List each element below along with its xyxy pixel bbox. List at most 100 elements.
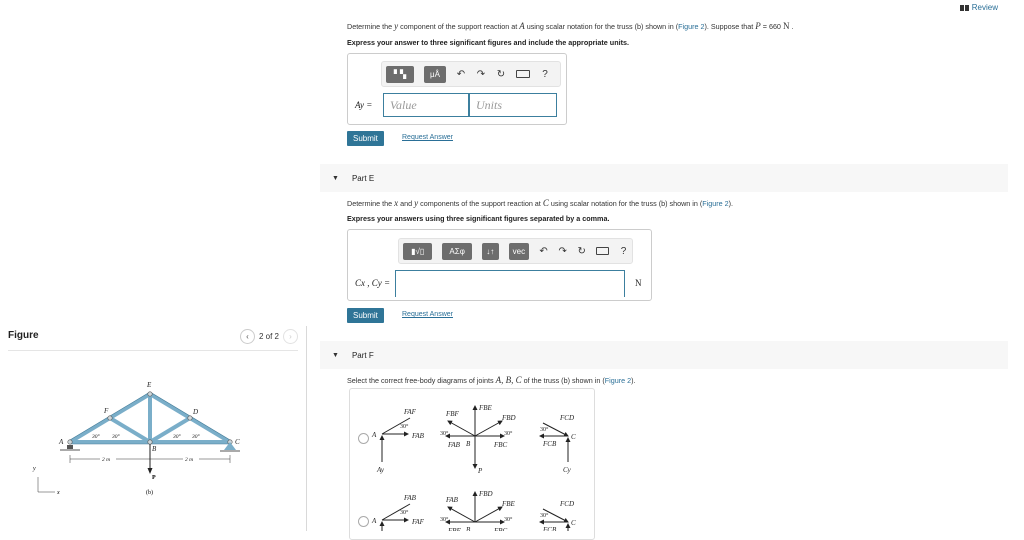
angle-label: 30° [111, 433, 121, 440]
diagram-label: FAB [403, 494, 417, 502]
submit-button[interactable]: Submit [347, 131, 384, 146]
greek-button[interactable]: ΑΣφ [442, 242, 472, 260]
member-DB [148, 416, 192, 444]
reset-icon[interactable]: ↻ [577, 246, 586, 257]
joint-B [147, 439, 153, 445]
angle-label: 30° [91, 433, 101, 440]
label-D: D [192, 408, 198, 416]
diagram-label: FBE [478, 404, 493, 412]
diagram-label: FAB [445, 496, 459, 504]
diagram-shape [447, 506, 476, 523]
option-1-fbd: FAF 30° FAB A Ay FBF FBE FBD 30° 30° FAB… [371, 404, 576, 475]
template-button[interactable]: ▮√▯ [403, 242, 433, 260]
book-icon [959, 4, 969, 11]
help-icon[interactable]: ? [540, 69, 550, 80]
keyboard-icon[interactable] [596, 247, 609, 255]
figure-link[interactable]: Figure 2 [605, 376, 631, 385]
part-d-instruction: Express your answer to three significant… [347, 38, 629, 47]
diagram-label: C [571, 433, 576, 441]
label-E: E [146, 381, 152, 389]
review-link[interactable]: Review [959, 3, 998, 12]
joint-F [107, 415, 113, 421]
answer-label: Cx , Cy = [355, 278, 391, 288]
diagram-label: Ay [376, 466, 385, 474]
diagram-label: P [477, 467, 483, 475]
diagram-label: B [466, 526, 471, 531]
diagram-label: FCB [542, 440, 557, 448]
diagram-label: FAF [411, 518, 425, 526]
angle-label: 30° [172, 433, 182, 440]
diagram-label: FBC [493, 441, 508, 449]
diagram-label: 30° [440, 516, 449, 523]
diagram-label: FBE [501, 500, 516, 508]
caret-down-icon: ▼ [332, 351, 339, 359]
figure-link[interactable]: Figure 2 [702, 199, 728, 208]
angle-label: 30° [191, 433, 201, 440]
units-input[interactable]: Units [469, 93, 557, 117]
review-label: Review [971, 3, 998, 12]
figure-header: Figure ‹ 2 of 2 › [8, 329, 298, 351]
diagram-label: FAB [411, 432, 425, 440]
part-e-answer-box: ▮√▯ ΑΣφ ↓↑ vec ↶ ↷ ↻ ? Cx , Cy = N [347, 229, 652, 301]
diagram-label: FBF [447, 527, 462, 531]
diagram-label: FBF [445, 410, 460, 418]
undo-icon[interactable]: ↶ [456, 69, 466, 80]
template-button[interactable]: ▘▚ [386, 65, 414, 83]
joint-D [187, 415, 193, 421]
part-f-header[interactable]: ▼ Part F [320, 341, 1008, 369]
diagram-label: Cy [563, 466, 572, 474]
truss-figure: A B C D E F 30° 30° 30° 30° 2 m 2 m P y … [32, 381, 240, 496]
figure-title: Figure [8, 330, 39, 341]
undo-icon[interactable]: ↶ [539, 246, 548, 257]
axis-y-label: y [32, 466, 36, 472]
span-label: 2 m [102, 457, 110, 463]
arrows-button[interactable]: ↓↑ [481, 242, 499, 260]
label-B: B [152, 445, 157, 453]
part-d-question: Determine the y component of the support… [347, 21, 794, 31]
help-icon[interactable]: ? [619, 246, 628, 257]
answer-label: Ay = [355, 100, 373, 110]
label-C: C [235, 438, 240, 446]
diagram-label: FAB [447, 441, 461, 449]
diagram-label: C [571, 519, 576, 527]
diagram-label: 30° [504, 430, 513, 437]
units-button[interactable]: μÅ [424, 65, 446, 83]
math-toolbar: ▘▚ μÅ ↶ ↷ ↻ ? [381, 61, 561, 87]
keyboard-icon[interactable] [516, 70, 530, 78]
figure-link[interactable]: Figure 2 [678, 22, 704, 31]
chevron-right-icon[interactable]: › [283, 329, 298, 344]
diagram-label: 30° [540, 426, 549, 433]
arrow-FBD [474, 420, 503, 437]
redo-icon[interactable]: ↷ [476, 69, 486, 80]
diagram-shape [60, 449, 80, 451]
submit-button[interactable]: Submit [347, 308, 384, 323]
request-answer-link[interactable]: Request Answer [402, 311, 453, 318]
caret-down-icon: ▼ [332, 174, 339, 182]
answer-input[interactable] [395, 270, 625, 297]
redo-icon[interactable]: ↷ [558, 246, 567, 257]
diagram-label: A [371, 431, 377, 439]
reset-icon[interactable]: ↻ [496, 69, 506, 80]
diagram-label: FCD [559, 414, 574, 422]
diagram-label: 30° [400, 509, 409, 516]
span-label: 2 m [185, 457, 193, 463]
chevron-left-icon[interactable]: ‹ [239, 329, 255, 344]
request-answer-link[interactable]: Request Answer [402, 134, 453, 141]
joint-A [67, 439, 73, 445]
unit-label: N [635, 278, 642, 288]
load-label: P [152, 475, 156, 481]
part-f-title: Part F [351, 350, 374, 360]
diagram-label: B [466, 440, 471, 448]
part-e-header[interactable]: ▼ Part E [320, 164, 1008, 192]
label-A: A [58, 438, 64, 446]
part-e-instruction: Express your answers using three signifi… [347, 214, 610, 223]
diagram-shape [147, 468, 153, 474]
part-e-question: Determine the x and y components of the … [347, 198, 733, 208]
axis-x-label: x [56, 490, 60, 496]
vector-button[interactable]: vec [508, 242, 530, 260]
diagram-label: FBD [501, 414, 516, 422]
diagram-label: A [371, 517, 377, 525]
arrow-FBF [447, 420, 476, 437]
value-input[interactable]: Value [383, 93, 469, 117]
diagram-label: 30° [540, 512, 549, 519]
